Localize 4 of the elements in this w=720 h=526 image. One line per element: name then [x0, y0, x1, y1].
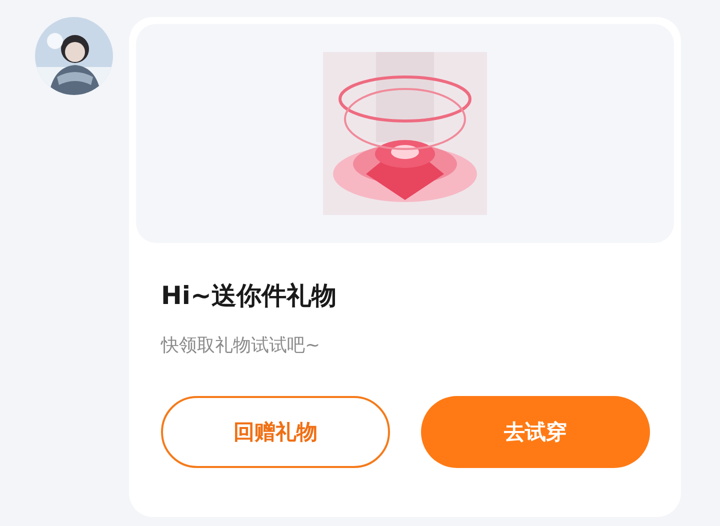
card-subtitle: 快领取礼物试试吧~: [161, 334, 322, 358]
return-gift-button[interactable]: 回赠礼物: [161, 396, 390, 468]
card-title: Hi~送你件礼物: [161, 280, 338, 312]
try-on-button[interactable]: 去试穿: [421, 396, 650, 468]
